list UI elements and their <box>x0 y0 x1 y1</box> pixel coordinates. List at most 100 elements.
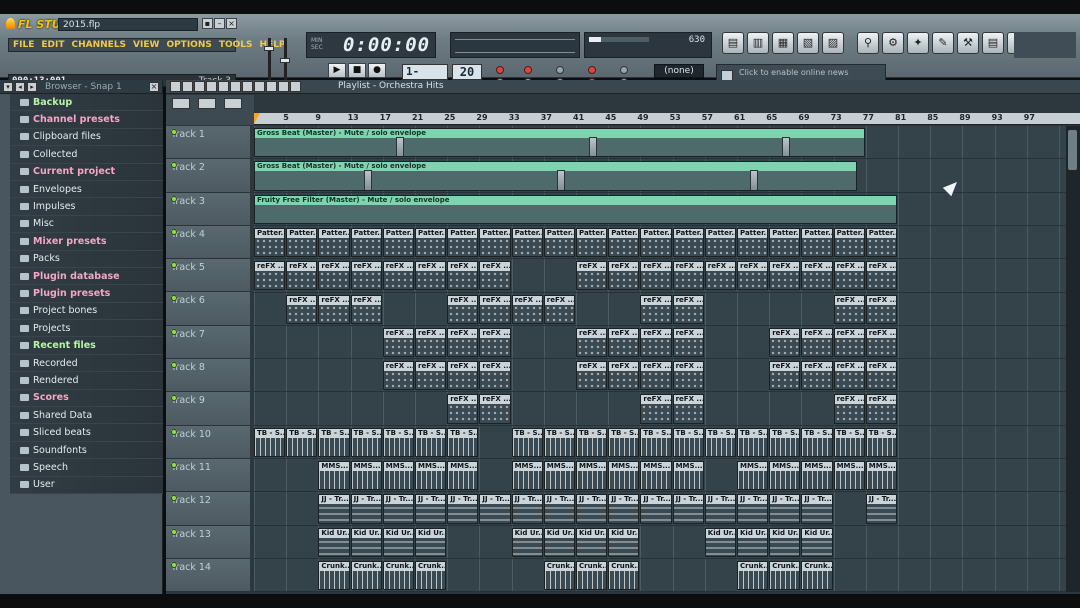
tempo-display[interactable]: 20 <box>452 64 482 80</box>
menu-edit[interactable]: EDIT <box>41 39 64 51</box>
pattern-clip[interactable]: reFX ... <box>640 261 672 291</box>
browser-item-projects[interactable]: Projects <box>10 320 163 338</box>
stop-button[interactable]: ■ <box>348 63 366 78</box>
pattern-clip[interactable]: reFX ... <box>608 261 640 291</box>
pattern-clip[interactable]: Patter... <box>511 227 543 258</box>
browser-close-icon[interactable]: × <box>149 81 159 92</box>
envelope-point[interactable] <box>782 137 791 157</box>
browser-item-user[interactable]: User <box>10 476 163 494</box>
pattern-clip[interactable]: Patter... <box>737 227 769 258</box>
song-time-display[interactable]: MIN SEC 0:00:00 <box>306 32 436 58</box>
pattern-clip[interactable]: TB - S... <box>286 427 318 457</box>
magnet-icon[interactable] <box>182 81 193 92</box>
pattern-clip[interactable]: TB - S... <box>254 427 286 457</box>
pattern-clip[interactable]: Crunk... <box>608 560 640 591</box>
track-enable-led[interactable] <box>171 195 177 202</box>
automation-clip[interactable]: Gross Beat (Master) - Mute / solo envelo… <box>254 161 857 191</box>
pattern-clip[interactable]: Patter... <box>479 227 511 258</box>
pattern-clip[interactable]: Patter... <box>350 227 382 258</box>
browser-item-impulses[interactable]: Impulses <box>10 198 163 216</box>
playback-icon[interactable] <box>278 81 289 92</box>
pattern-clip[interactable]: Patter... <box>543 227 575 258</box>
playlist-view-icon[interactable]: ▤ <box>722 32 744 54</box>
mute-icon[interactable] <box>230 81 241 92</box>
pattern-clip[interactable]: reFX ... <box>576 261 608 291</box>
browser-item-plugin-presets[interactable]: Plugin presets <box>10 285 163 303</box>
pattern-clip[interactable]: reFX ... <box>382 361 414 391</box>
pattern-clip[interactable]: JJ - Tr... <box>382 494 414 524</box>
track-header[interactable]: Track 14 <box>166 558 250 593</box>
browser-item-sliced-beats[interactable]: Sliced beats <box>10 424 163 442</box>
pattern-clip[interactable]: reFX ... <box>576 361 608 391</box>
pattern-mode-button[interactable] <box>172 98 190 109</box>
pattern-clip[interactable]: MMS... <box>769 461 801 491</box>
track-enable-led[interactable] <box>171 528 177 535</box>
pattern-clip[interactable]: Patter... <box>382 227 414 258</box>
track-header[interactable]: Track 5 <box>166 259 250 293</box>
pattern-clip[interactable]: MMS... <box>640 461 672 491</box>
pattern-clip[interactable]: reFX ... <box>447 261 479 291</box>
pattern-clip[interactable]: TB - S... <box>801 427 833 457</box>
audio-mode-button[interactable] <box>198 98 216 109</box>
pattern-clip[interactable]: Crunk... <box>350 560 382 591</box>
pattern-clip[interactable]: reFX ... <box>865 394 897 424</box>
delete-icon[interactable] <box>218 81 229 92</box>
pattern-clip[interactable]: reFX ... <box>608 327 640 358</box>
pattern-clip[interactable]: MMS... <box>865 461 897 491</box>
track-header[interactable]: Track 10 <box>166 425 250 459</box>
pattern-clip[interactable]: reFX ... <box>447 394 479 424</box>
pattern-clip[interactable]: reFX ... <box>318 261 350 291</box>
pattern-clip[interactable]: Patter... <box>704 227 736 258</box>
pattern-clip[interactable]: reFX ... <box>447 327 479 358</box>
menu-view[interactable]: VIEW <box>133 39 159 51</box>
render-icon[interactable]: ⚙ <box>882 32 904 54</box>
zoom-icon[interactable] <box>266 81 277 92</box>
pattern-clip[interactable]: JJ - Tr... <box>576 494 608 524</box>
track-header[interactable]: Track 4 <box>166 225 250 260</box>
minimize-icon[interactable]: – <box>214 18 225 29</box>
pattern-clip[interactable]: reFX ... <box>576 327 608 358</box>
piano-roll-view-icon[interactable]: ▥ <box>747 32 769 54</box>
pattern-clip[interactable]: JJ - Tr... <box>865 494 897 524</box>
select-icon[interactable] <box>254 81 265 92</box>
pattern-clip[interactable]: reFX ... <box>640 361 672 391</box>
pattern-clip[interactable]: Crunk... <box>576 560 608 591</box>
pattern-clip[interactable]: Patter... <box>640 227 672 258</box>
browser-menu-icon[interactable]: ▾ <box>3 81 13 92</box>
pattern-clip[interactable]: Kid Ur... <box>382 527 414 557</box>
pattern-clip[interactable]: Crunk... <box>543 560 575 591</box>
pattern-clip[interactable]: Patter... <box>415 227 447 258</box>
playhead-marker[interactable] <box>254 113 260 124</box>
track-enable-led[interactable] <box>171 561 177 568</box>
browser-view-icon[interactable]: ▨ <box>822 32 844 54</box>
pattern-clip[interactable]: reFX ... <box>543 294 575 324</box>
pattern-clip[interactable]: Kid Ur... <box>737 527 769 557</box>
track-enable-led[interactable] <box>171 461 177 468</box>
master-volume-slider[interactable] <box>264 46 274 51</box>
envelope-point[interactable] <box>750 170 759 190</box>
pattern-clip[interactable]: TB - S... <box>672 427 704 457</box>
pattern-clip[interactable]: MMS... <box>672 461 704 491</box>
pattern-clip[interactable]: reFX ... <box>415 261 447 291</box>
arrow-left-icon[interactable] <box>290 81 301 92</box>
pattern-clip[interactable]: reFX ... <box>833 294 865 324</box>
browser-item-mixer-presets[interactable]: Mixer presets <box>10 233 163 251</box>
pattern-clip[interactable]: Kid Ur... <box>543 527 575 557</box>
master-pitch-slider[interactable] <box>280 58 290 63</box>
browser-item-soundfonts[interactable]: Soundfonts <box>10 441 163 460</box>
track-header[interactable]: Track 8 <box>166 359 250 393</box>
pattern-clip[interactable]: Crunk... <box>382 560 414 591</box>
pattern-clip[interactable]: TB - S... <box>415 427 447 457</box>
track-enable-led[interactable] <box>171 228 177 235</box>
pattern-clip[interactable]: JJ - Tr... <box>769 494 801 524</box>
pattern-clip[interactable]: reFX ... <box>865 327 897 358</box>
browser-item-clipboard-files[interactable]: Clipboard files <box>10 128 163 147</box>
pattern-clip[interactable]: JJ - Tr... <box>447 494 479 524</box>
pattern-clip[interactable]: reFX ... <box>254 261 286 291</box>
pattern-clip[interactable]: Patter... <box>286 227 318 258</box>
pattern-clip[interactable]: JJ - Tr... <box>415 494 447 524</box>
pattern-clip[interactable]: Kid Ur... <box>511 527 543 557</box>
pattern-clip[interactable]: Patter... <box>865 227 897 258</box>
envelope-point[interactable] <box>556 170 565 190</box>
track-header[interactable]: Track 13 <box>166 525 250 559</box>
